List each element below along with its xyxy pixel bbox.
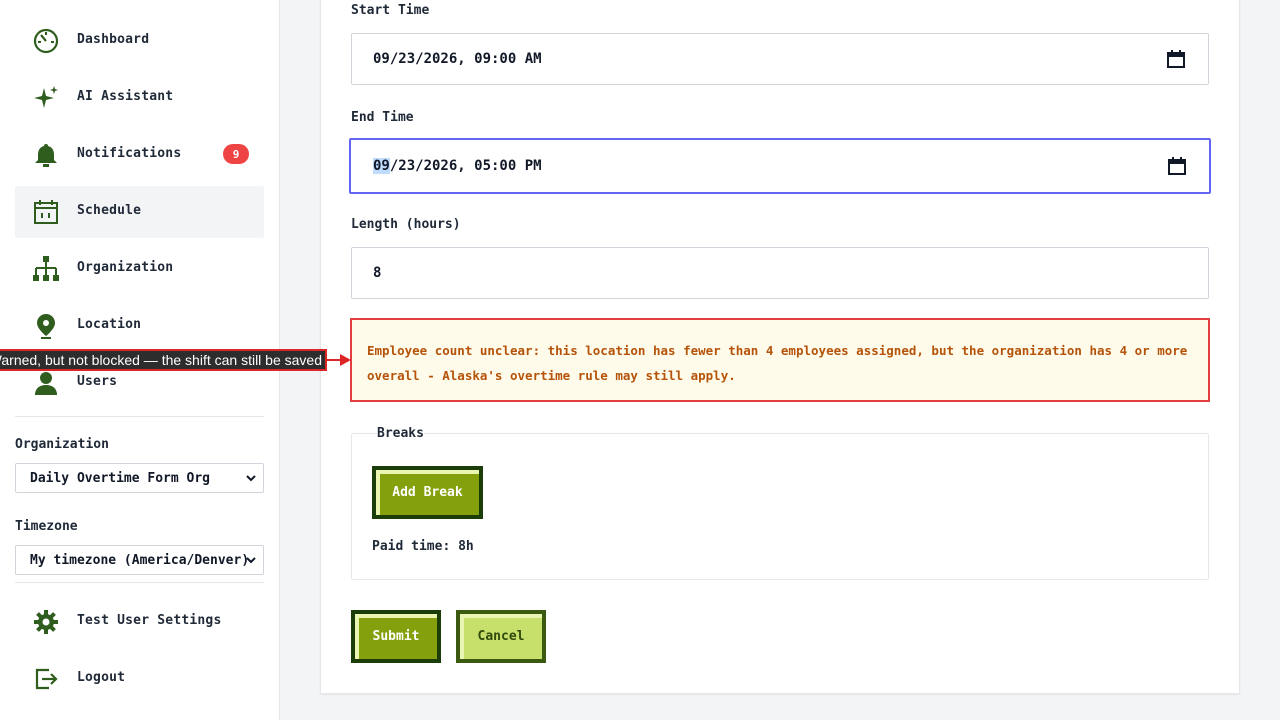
- add-break-button-label: Add Break: [392, 485, 463, 500]
- length-hours-label: Length (hours): [351, 217, 461, 232]
- submit-button[interactable]: Submit: [351, 610, 441, 663]
- sidebar-item-location[interactable]: Location: [15, 300, 264, 352]
- sidebar-item-label: Schedule: [77, 203, 142, 218]
- end-time-value-rest: /23/2026, 05:00 PM: [389, 158, 542, 174]
- end-time-label: End Time: [351, 110, 414, 125]
- calendar-picker-icon[interactable]: [1167, 156, 1187, 176]
- start-time-label: Start Time: [351, 3, 430, 18]
- sidebar-item-label: Notifications: [77, 146, 182, 161]
- sidebar-item-organization[interactable]: Organization: [15, 243, 264, 295]
- org-chart-icon: [32, 255, 60, 283]
- sidebar-item-dashboard[interactable]: Dashboard: [15, 15, 264, 67]
- breaks-legend: Breaks: [377, 426, 424, 441]
- sidebar-item-test-user-settings[interactable]: Test User Settings: [15, 596, 264, 648]
- timezone-select-label: Timezone: [15, 519, 78, 534]
- sidebar-divider: [15, 582, 264, 583]
- dashboard-gauge-icon: [32, 27, 60, 55]
- employee-count-warning: Employee count unclear: this location ha…: [350, 318, 1210, 402]
- length-hours-value: 8: [373, 265, 382, 281]
- user-icon: [32, 369, 60, 397]
- sidebar-item-logout[interactable]: Logout: [15, 653, 264, 705]
- start-time-value: 09/23/2026, 09:00 AM: [373, 51, 542, 67]
- calendar-icon: [32, 198, 60, 226]
- sidebar-item-label: Users: [77, 374, 118, 389]
- organization-select[interactable]: Daily Overtime Form Org: [15, 463, 264, 493]
- sidebar-divider: [15, 416, 264, 417]
- end-time-month-segment[interactable]: 09: [373, 158, 390, 174]
- sidebar-item-ai-assistant[interactable]: AI Assistant: [15, 72, 264, 124]
- submit-button-label: Submit: [372, 629, 420, 644]
- sidebar-item-label: Logout: [77, 670, 126, 685]
- length-hours-input[interactable]: 8: [351, 247, 1209, 299]
- cancel-button[interactable]: Cancel: [456, 610, 546, 663]
- sidebar-item-label: AI Assistant: [77, 89, 174, 104]
- end-time-input[interactable]: 09/23/2026, 05:00 PM: [349, 138, 1211, 194]
- sidebar-item-label: Test User Settings: [77, 613, 222, 628]
- timezone-select-value: My timezone (America/Denver): [30, 552, 250, 568]
- annotation-callout: Warned, but not blocked — the shift can …: [0, 349, 327, 371]
- sparkle-icon: [32, 84, 60, 112]
- sidebar-item-label: Dashboard: [77, 32, 150, 47]
- gear-icon: [32, 608, 60, 636]
- end-time-value: 09/23/2026, 05:00 PM: [373, 158, 542, 174]
- calendar-picker-icon[interactable]: [1166, 49, 1186, 69]
- timezone-select[interactable]: My timezone (America/Denver): [15, 545, 264, 575]
- bell-icon: [32, 141, 60, 169]
- notification-count-badge: 9: [223, 144, 249, 164]
- sidebar-item-schedule[interactable]: Schedule: [15, 186, 264, 238]
- chevron-down-icon: [246, 475, 256, 482]
- sidebar-item-label: Location: [77, 317, 142, 332]
- logout-icon: [32, 665, 60, 693]
- start-time-input[interactable]: 09/23/2026, 09:00 AM: [351, 33, 1209, 85]
- sidebar-item-notifications[interactable]: Notifications 9: [15, 129, 264, 181]
- cancel-button-label: Cancel: [477, 629, 525, 644]
- add-break-button[interactable]: Add Break: [372, 466, 483, 519]
- organization-select-value: Daily Overtime Form Org: [30, 470, 211, 486]
- paid-time-text: Paid time: 8h: [372, 539, 474, 554]
- sidebar-item-label: Organization: [77, 260, 174, 275]
- organization-select-label: Organization: [15, 437, 109, 452]
- chevron-down-icon: [246, 557, 256, 564]
- map-pin-icon: [32, 312, 60, 340]
- callout-arrow-icon: [326, 354, 351, 366]
